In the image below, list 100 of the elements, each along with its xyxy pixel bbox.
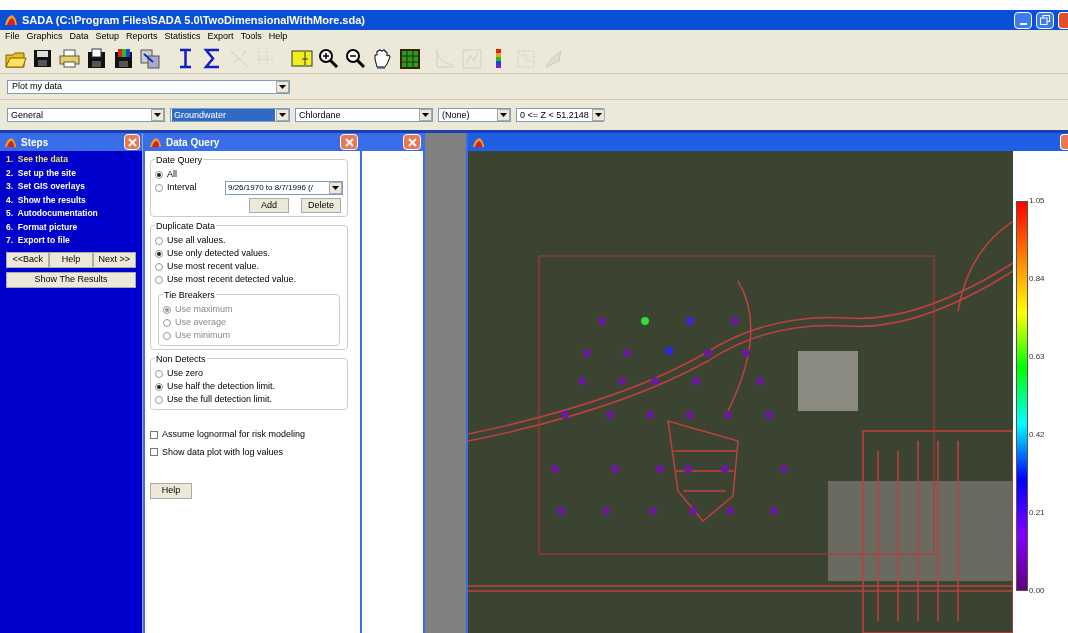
scale-label: 1.05	[1029, 195, 1045, 207]
grid-icon	[397, 47, 421, 70]
radio-button[interactable]	[155, 395, 163, 404]
scale-label: 0.63	[1029, 351, 1045, 363]
radio-button[interactable]	[155, 369, 163, 378]
checkbox-label: Show data plot with log values	[162, 445, 284, 459]
radio-button[interactable]	[155, 382, 163, 391]
window-title: SADA (C:\Program Files\SADA 5.0\TwoDimensionalWithMore.sda)	[22, 12, 365, 28]
radio-label: Use maximum	[175, 302, 233, 316]
radio-button[interactable]	[155, 249, 163, 258]
step-item[interactable]: 6. Format picture	[6, 220, 142, 234]
step-item[interactable]: 7. Export to file	[6, 234, 142, 248]
menu-item[interactable]: File	[5, 30, 20, 44]
step-item[interactable]: 3. Set GIS overlays	[6, 180, 142, 194]
panel-title: Steps	[21, 135, 50, 150]
close-icon	[344, 137, 354, 147]
checkbox[interactable]	[150, 430, 158, 439]
zoom-in-icon	[316, 47, 340, 70]
dropdown-arrow-icon	[154, 113, 161, 117]
scale-label: 0.21	[1029, 507, 1045, 519]
show-results-button[interactable]: Show The Results	[6, 271, 136, 288]
dropdown[interactable]: General	[7, 108, 165, 122]
radio-button[interactable]	[155, 236, 163, 245]
printer-icon	[57, 47, 81, 70]
menu-item[interactable]: Setup	[95, 30, 120, 44]
step-item[interactable]: 5. Autodocumentation	[6, 207, 142, 221]
menu-item[interactable]: Export	[207, 30, 234, 44]
chart-icon	[289, 47, 313, 70]
radio-label: Use most recent value.	[167, 259, 260, 273]
dropdown-value: 9/26/1970 to 8/7/1996 (/	[228, 182, 313, 194]
radio-label: Use only detected values.	[167, 246, 271, 260]
close-button[interactable]	[403, 134, 421, 150]
radio-button[interactable]	[155, 184, 163, 192]
copy-icon	[138, 47, 162, 70]
nav-button[interactable]: Help	[49, 251, 93, 268]
scale-label: 0.00	[1029, 585, 1045, 597]
radio-label: Interval	[167, 181, 197, 195]
radio-label: Use average	[175, 315, 227, 329]
nav-button[interactable]: Next >>	[92, 251, 136, 268]
close-button[interactable]	[124, 134, 140, 150]
close-icon	[407, 137, 417, 147]
dropdown-arrow-icon	[332, 186, 339, 190]
scale-label: 0.42	[1029, 429, 1045, 441]
checkbox[interactable]	[150, 448, 158, 457]
app-logo-icon	[149, 136, 162, 148]
dropdown-value: Plot my data	[12, 79, 63, 93]
restore-icon	[1040, 15, 1050, 25]
radio-button[interactable]	[155, 275, 163, 284]
group-title: Date Query	[155, 154, 204, 168]
chart-icon	[459, 47, 483, 70]
radio-label: Use minimum	[175, 328, 230, 342]
checkbox-label: Assume lognormal for risk modeling	[162, 428, 306, 441]
dropdown-arrow-icon	[422, 113, 429, 117]
dropdown[interactable]: 0 <= Z < 51.2148	[516, 108, 604, 122]
color-scale-icon	[495, 49, 501, 68]
clearing-area	[798, 351, 858, 411]
step-item[interactable]: 2. Set up the site	[6, 166, 142, 180]
nav-button[interactable]: <<Back	[6, 251, 50, 268]
menu-item[interactable]: Help	[268, 30, 288, 44]
close-button[interactable]	[1060, 134, 1068, 150]
query-button[interactable]: Delete	[301, 198, 341, 213]
query-button[interactable]: Add	[249, 198, 289, 213]
scale-label: 0.84	[1029, 273, 1045, 285]
radio-label: Use the full detection limit.	[167, 392, 273, 406]
step-item[interactable]: 1. See the data	[6, 153, 142, 167]
minimize-button[interactable]	[1014, 11, 1032, 29]
minimize-icon	[1019, 22, 1027, 25]
app-logo-icon	[4, 14, 18, 26]
restore-button[interactable]	[1036, 11, 1054, 29]
dropdown-arrow-icon	[594, 113, 602, 117]
radio-label: Use half the detection limit.	[167, 379, 276, 393]
dropdown-arrow-icon	[500, 113, 507, 117]
app-logo-icon	[4, 136, 17, 148]
zoom-out-icon	[343, 47, 367, 70]
close-button[interactable]	[340, 134, 358, 150]
radio-label: All	[167, 167, 177, 181]
step-item[interactable]: 4. Show the results	[6, 193, 142, 207]
dropdown[interactable]: Groundwater	[170, 108, 290, 122]
menu-item[interactable]: Reports	[126, 30, 158, 44]
panel-title: Data Query	[166, 135, 221, 150]
group-title: Duplicate Data	[155, 220, 217, 234]
radio-label: Use all values.	[167, 233, 226, 247]
close-button[interactable]	[1058, 11, 1068, 29]
help-button[interactable]: Help	[150, 483, 192, 499]
radio-label: Use most recent detected value.	[167, 272, 297, 286]
radio-button[interactable]	[155, 170, 163, 179]
radio-label: Use zero	[167, 366, 203, 380]
dropdown[interactable]: (None)	[438, 108, 511, 122]
close-icon	[127, 137, 137, 147]
app-logo-icon	[472, 136, 485, 148]
menu-item[interactable]: Graphics	[26, 30, 63, 44]
dropdown-arrow-icon	[279, 84, 286, 89]
menu-item[interactable]: Data	[69, 30, 89, 44]
plot-dropdown[interactable]: Plot my data	[7, 79, 290, 94]
dropdown[interactable]: Chlordane	[295, 108, 433, 122]
date-interval-dropdown[interactable]: 9/26/1970 to 8/7/1996 (/	[225, 181, 343, 195]
menu-item[interactable]: Statistics	[164, 30, 201, 44]
dropdown-arrow-icon	[279, 113, 286, 117]
menu-item[interactable]: Tools	[240, 30, 262, 44]
radio-button[interactable]	[155, 262, 163, 271]
